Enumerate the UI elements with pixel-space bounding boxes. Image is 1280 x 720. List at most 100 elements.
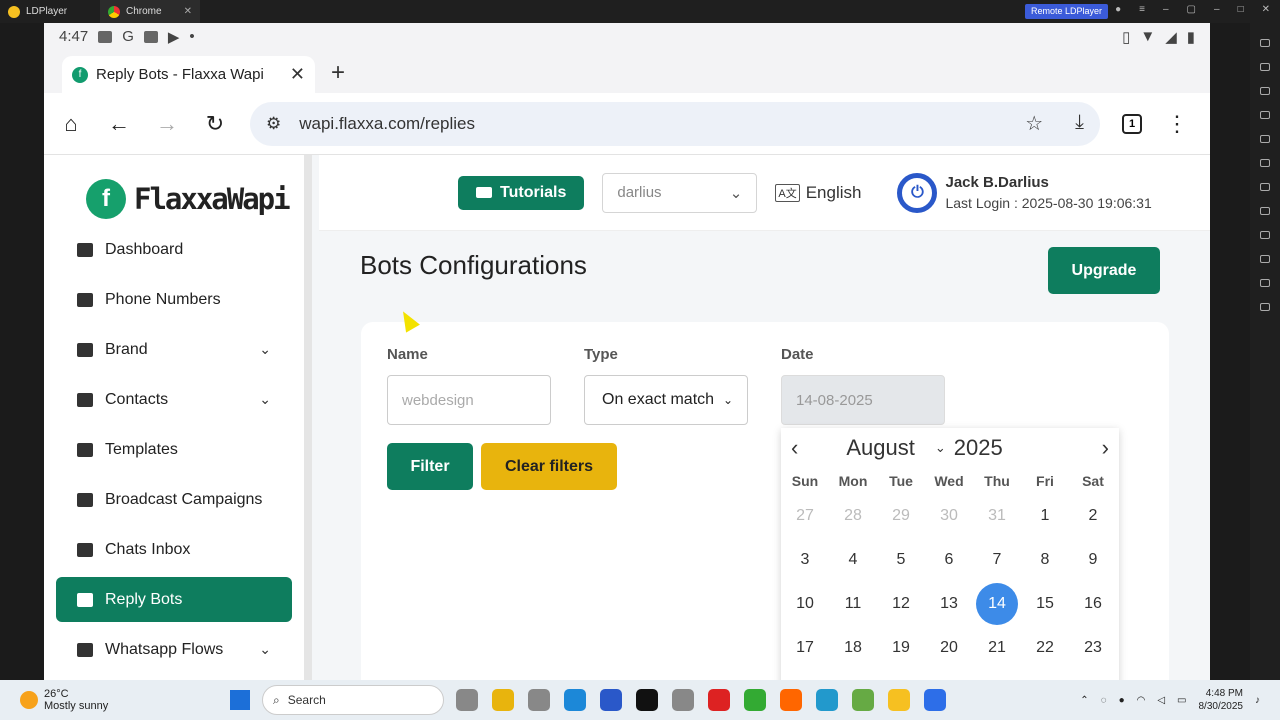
month-select[interactable]: August — [846, 435, 915, 461]
bookmark-star-icon[interactable]: ☆ — [1025, 111, 1043, 136]
sidebar-item-whatsapp-flows[interactable]: Whatsapp Flows ⌄ — [56, 627, 292, 672]
user-profile[interactable]: ⏻ Jack B.Darlius Last Login : 2025-08-30… — [897, 172, 1152, 213]
sidebar-item-broadcast-campaigns[interactable]: Broadcast Campaigns — [56, 477, 292, 522]
network-icon[interactable]: ◌ — [1101, 695, 1107, 706]
calendar-day[interactable]: 7 — [973, 538, 1021, 582]
account-select[interactable]: darlius ⌄ — [602, 172, 758, 213]
sidebar-item-dashboard[interactable]: Dashboard — [56, 227, 292, 272]
filter-button[interactable]: Filter — [387, 443, 473, 490]
taskbar-app-icon[interactable] — [528, 689, 550, 711]
tool-icon[interactable] — [1260, 63, 1270, 71]
chevron-right-icon[interactable]: › — [1102, 435, 1109, 461]
calendar-day[interactable]: 4 — [829, 538, 877, 582]
tool-icon[interactable] — [1260, 255, 1270, 263]
close-window-icon[interactable]: ✕ — [1262, 4, 1270, 15]
clock[interactable]: 4:48 PM 8/30/2025 — [1199, 687, 1244, 713]
sidebar-item-contacts[interactable]: Contacts ⌄ — [56, 377, 292, 422]
download-icon[interactable]: ⤓ — [1075, 111, 1084, 136]
sidebar-item-reply-bots[interactable]: Reply Bots — [56, 577, 292, 622]
calendar-day[interactable]: 17 — [781, 626, 829, 670]
wifi-icon[interactable]: ◠ — [1137, 695, 1146, 706]
chrome-icon[interactable] — [744, 689, 766, 711]
tiktok-icon[interactable] — [636, 689, 658, 711]
maximize-icon[interactable]: □ — [1238, 4, 1244, 15]
tool-icon[interactable] — [1260, 87, 1270, 95]
calendar-day[interactable]: 6 — [925, 538, 973, 582]
menu-icon[interactable]: ≡ — [1139, 4, 1145, 15]
tool-icon[interactable] — [1260, 159, 1270, 167]
notepad-icon[interactable] — [816, 689, 838, 711]
new-tab-icon[interactable]: + — [331, 59, 345, 87]
back-icon[interactable]: ← — [106, 111, 132, 137]
year-input[interactable]: 2025 — [954, 435, 1003, 461]
calendar-day[interactable]: 23 — [1069, 626, 1117, 670]
tab-switcher-button[interactable]: 1 — [1122, 113, 1142, 134]
tool-icon[interactable] — [1260, 207, 1270, 215]
sidebar-item-templates[interactable]: Templates — [56, 427, 292, 472]
calendar-day[interactable]: 21 — [973, 626, 1021, 670]
calendar-day[interactable]: 29 — [877, 494, 925, 538]
calendar-day[interactable]: 3 — [781, 538, 829, 582]
calendar-day[interactable]: 13 — [925, 582, 973, 626]
ld-tab-chrome[interactable]: Chrome ✕ — [100, 0, 200, 23]
windows-start-icon[interactable] — [230, 690, 250, 710]
taskbar-app-icon[interactable] — [456, 689, 478, 711]
tool-icon[interactable] — [1260, 39, 1270, 47]
notification-bell-icon[interactable]: ♪ — [1255, 695, 1260, 706]
fireworks-icon[interactable] — [852, 689, 874, 711]
calendar-day[interactable]: 31 — [973, 494, 1021, 538]
calendar-day[interactable]: 22 — [1021, 626, 1069, 670]
address-bar[interactable]: ⚙ wapi.flaxxa.com/replies ☆ ⤓ — [250, 101, 1100, 146]
date-input[interactable]: 14-08-2025 — [781, 375, 945, 425]
tool-icon[interactable] — [1260, 279, 1270, 287]
forward-icon[interactable]: → — [154, 111, 180, 137]
zoom-icon[interactable] — [924, 689, 946, 711]
language-selector[interactable]: A文 English — [775, 183, 861, 203]
opera-icon[interactable] — [708, 689, 730, 711]
restore-icon[interactable]: ▢ — [1187, 4, 1196, 15]
calendar-day[interactable]: 27 — [781, 494, 829, 538]
more-menu-icon[interactable]: ⋮ — [1164, 111, 1190, 137]
weather-widget[interactable]: 26°C Mostly sunny — [0, 688, 230, 712]
taskbar-search[interactable]: ⌕ Search — [262, 685, 444, 715]
calendar-day[interactable]: 1 — [1021, 494, 1069, 538]
tool-icon[interactable] — [1260, 135, 1270, 143]
file-explorer-icon[interactable] — [492, 689, 514, 711]
calendar-day[interactable]: 19 — [877, 626, 925, 670]
home-icon[interactable]: ⌂ — [58, 111, 84, 137]
remote-ldplayer-button[interactable]: Remote LDPlayer — [1025, 4, 1109, 19]
ld-tab-ldplayer[interactable]: LDPlayer — [0, 0, 100, 23]
site-settings-icon[interactable]: ⚙ — [266, 114, 281, 134]
minimize-window-icon[interactable]: – — [1214, 4, 1220, 15]
calendar-day[interactable]: 2 — [1069, 494, 1117, 538]
name-input[interactable]: webdesign — [387, 375, 551, 425]
upgrade-button[interactable]: Upgrade — [1048, 247, 1160, 294]
brand-logo[interactable]: f FlaxxaWapi — [44, 155, 304, 227]
account-icon[interactable]: ● — [1115, 4, 1121, 15]
calendar-day[interactable]: 11 — [829, 582, 877, 626]
calendar-day[interactable]: 18 — [829, 626, 877, 670]
chevron-up-icon[interactable]: ⌃ — [1080, 695, 1088, 706]
chevron-left-icon[interactable]: ‹ — [791, 435, 798, 461]
close-icon[interactable]: ✕ — [184, 6, 192, 17]
calendar-day[interactable]: 12 — [877, 582, 925, 626]
store-icon[interactable] — [600, 689, 622, 711]
volume-icon[interactable]: ◁ — [1157, 695, 1165, 706]
calendar-day[interactable]: 28 — [829, 494, 877, 538]
edge-icon[interactable] — [564, 689, 586, 711]
mic-icon[interactable]: ● — [1119, 695, 1125, 706]
sidebar-item-chats-inbox[interactable]: Chats Inbox — [56, 527, 292, 572]
tool-icon[interactable] — [1260, 303, 1270, 311]
tutorials-button[interactable]: Tutorials — [458, 175, 585, 210]
tool-icon[interactable] — [1260, 111, 1270, 119]
calendar-day[interactable]: 30 — [925, 494, 973, 538]
calendar-day[interactable]: 9 — [1069, 538, 1117, 582]
calendar-day[interactable]: 16 — [1069, 582, 1117, 626]
calendar-day[interactable]: 5 — [877, 538, 925, 582]
calendar-day[interactable]: 10 — [781, 582, 829, 626]
calendar-day[interactable]: 8 — [1021, 538, 1069, 582]
firefox-icon[interactable] — [780, 689, 802, 711]
chevron-down-icon[interactable]: ⌄ — [935, 440, 946, 456]
browser-tab[interactable]: f Reply Bots - Flaxxa Wapi ✕ — [62, 56, 315, 93]
sidebar-item-brand[interactable]: Brand ⌄ — [56, 327, 292, 372]
